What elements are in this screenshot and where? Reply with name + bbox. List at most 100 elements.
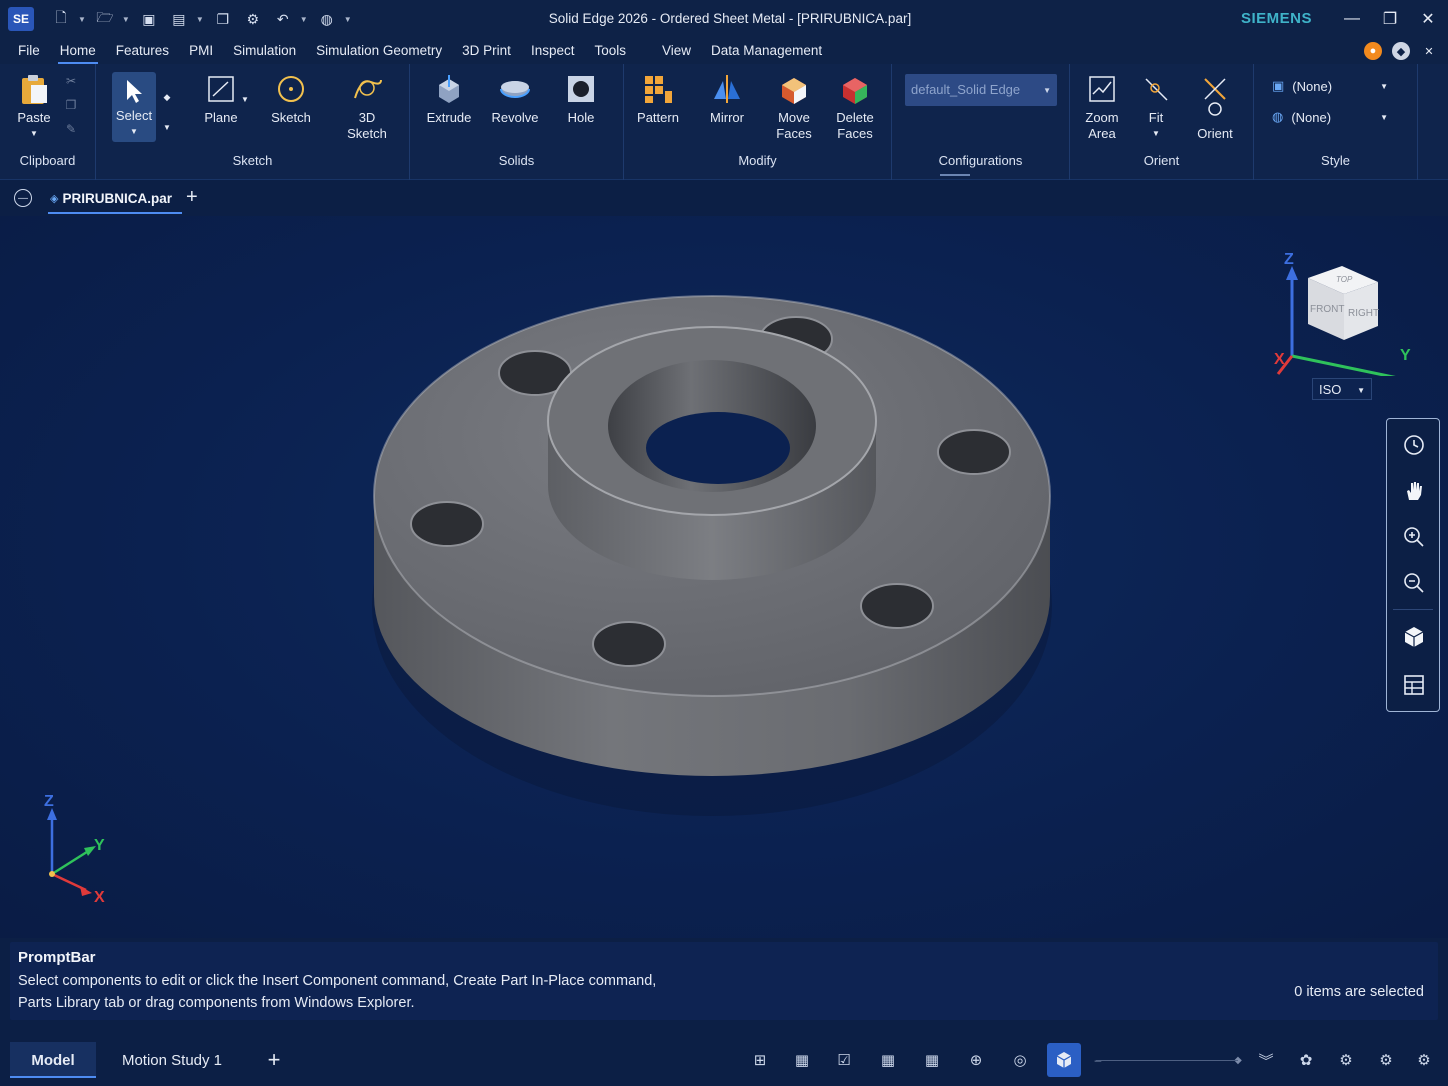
paste-label: Paste	[17, 110, 51, 125]
chevron-down-icon[interactable]: ▼	[344, 15, 352, 24]
tab-motion-study-1[interactable]: Motion Study 1	[104, 1042, 240, 1078]
hole-button[interactable]: Hole	[558, 72, 604, 126]
sketch-button[interactable]: Sketch	[266, 72, 316, 126]
3d-viewport[interactable]: TOP FRONT RIGHT Z Y X ISO ▼ Z Y X	[0, 216, 1448, 938]
chevron-down-icon[interactable]: ▼	[78, 15, 86, 24]
menu-inspect[interactable]: Inspect	[521, 38, 585, 64]
format-painter-icon[interactable]: ✎	[62, 120, 80, 138]
group-label-sketch: Sketch	[232, 153, 273, 168]
pan-icon[interactable]	[1400, 477, 1428, 505]
print-icon[interactable]: ▤	[166, 7, 192, 31]
3d-sketch-icon	[350, 72, 384, 106]
plane-label: Plane	[204, 110, 238, 125]
add-tab-icon[interactable]: +	[186, 186, 198, 209]
view-orientation-select[interactable]: ISO ▼	[1312, 378, 1372, 400]
pin-icon[interactable]: ◆	[158, 88, 176, 106]
open-icon[interactable]: 🗁	[92, 7, 118, 31]
menu-simulation[interactable]: Simulation	[223, 38, 306, 64]
revolve-button[interactable]: Revolve	[488, 72, 542, 126]
gear-icon[interactable]: ⚙	[1412, 1048, 1436, 1072]
mirror-button[interactable]: Mirror	[702, 72, 752, 126]
move-faces-button[interactable]: Move Faces	[770, 72, 818, 142]
checklist-icon[interactable]: ☑	[832, 1048, 856, 1072]
flower-settings-icon[interactable]: ✿	[1294, 1048, 1318, 1072]
group-label-style: Style	[1321, 153, 1350, 168]
delete-faces-button[interactable]: Delete Faces	[830, 72, 880, 142]
menu-3d-print[interactable]: 3D Print	[452, 38, 521, 64]
chevron-down-icon[interactable]: ▼	[1136, 126, 1176, 142]
shaded-view-icon[interactable]	[1047, 1043, 1081, 1077]
home-icon[interactable]: —	[14, 189, 32, 207]
zoom-out-icon[interactable]	[1400, 569, 1428, 597]
add-study-button[interactable]: +	[258, 1042, 290, 1078]
target-icon[interactable]: ◎	[1008, 1048, 1032, 1072]
select-label: Select	[115, 108, 153, 123]
settings-icon[interactable]: ⚙	[240, 7, 266, 31]
menu-data-management[interactable]: Data Management	[701, 38, 832, 64]
chevron-down-icon: ▼	[1380, 112, 1388, 122]
cube-y-label: Y	[1400, 347, 1411, 364]
globe-icon[interactable]: ◍	[314, 7, 340, 31]
zoom-slider-track[interactable]	[1096, 1060, 1238, 1061]
face-style-dropdown[interactable]: ▣ (None) ▼	[1272, 75, 1392, 97]
copy-icon[interactable]: ❐	[210, 7, 236, 31]
history-icon[interactable]	[1400, 431, 1428, 459]
menu-tools[interactable]: Tools	[584, 38, 636, 64]
select-button[interactable]: Select ▼	[112, 72, 156, 142]
table-icon[interactable]	[1400, 671, 1428, 699]
chevron-down-icon[interactable]: ▼	[158, 118, 176, 136]
flange-part[interactable]	[360, 276, 1060, 836]
zoom-in-icon[interactable]	[1400, 523, 1428, 551]
zoom-fit-icon[interactable]: ⊕	[964, 1048, 988, 1072]
cut-icon[interactable]: ✂	[62, 72, 80, 90]
table-grid-icon[interactable]: ▦	[790, 1048, 814, 1072]
close-button[interactable]: ✕	[1410, 6, 1446, 32]
menu-simulation-geometry[interactable]: Simulation Geometry	[306, 38, 452, 64]
help-icon[interactable]: ◆	[1392, 42, 1410, 60]
chevron-down-icon[interactable]: ▼	[122, 15, 130, 24]
layout-table-icon[interactable]: ▦	[920, 1048, 944, 1072]
zoom-area-button[interactable]: Zoom Area	[1080, 72, 1124, 142]
grid-view-icon[interactable]: ⊞	[748, 1048, 772, 1072]
layout-grid-icon[interactable]: ▦	[876, 1048, 900, 1072]
restore-button[interactable]: ❐	[1372, 6, 1408, 32]
tab-model[interactable]: Model	[10, 1042, 96, 1078]
group-orient: Zoom Area Fit ▼ Orient Orient	[1070, 64, 1254, 180]
pattern-button[interactable]: Pattern	[634, 72, 682, 126]
pattern-label: Pattern	[637, 110, 679, 125]
copy-icon[interactable]: ❐	[62, 96, 80, 114]
document-tab[interactable]: ◈ PRIRUBNICA.par	[46, 180, 182, 216]
undo-icon[interactable]: ↶	[270, 7, 296, 31]
paste-button[interactable]: Paste ▼	[12, 72, 56, 142]
menu-file[interactable]: File	[8, 38, 50, 64]
menu-home[interactable]: Home	[50, 38, 106, 64]
menu-view[interactable]: View	[652, 38, 701, 64]
view-style-dropdown[interactable]: ◍ (None) ▼	[1272, 106, 1392, 128]
app-logo-icon[interactable]: SE	[8, 7, 34, 31]
orient-button[interactable]: Orient	[1190, 72, 1240, 142]
chevron-double-down-icon[interactable]: ︾	[1254, 1048, 1278, 1072]
notification-icon[interactable]: ●	[1364, 42, 1382, 60]
chevron-down-icon[interactable]: ▼	[236, 90, 254, 108]
view-cube[interactable]: TOP FRONT RIGHT Z Y X	[1270, 246, 1430, 376]
configuration-dropdown[interactable]: default_Solid Edge ▼	[905, 74, 1057, 106]
extrude-button[interactable]: Extrude	[424, 72, 474, 126]
new-icon[interactable]: 🗋	[48, 7, 74, 31]
delete-faces-label-line2: Faces	[837, 126, 873, 141]
save-icon[interactable]: ▣	[136, 7, 162, 31]
group-label-orient: Orient	[1143, 153, 1180, 168]
gear-icon[interactable]: ⚙	[1334, 1048, 1358, 1072]
gear-icon[interactable]: ⚙	[1374, 1048, 1398, 1072]
ribbon: Paste ▼ ✂ ❐ ✎ Clipboard Select ▼ ◆ ▼ Pla…	[0, 64, 1448, 180]
close-ribbon-icon[interactable]: ✕	[1420, 42, 1438, 60]
minimize-button[interactable]: —	[1334, 6, 1370, 32]
fit-button[interactable]: Fit ▼	[1136, 72, 1176, 142]
chevron-down-icon[interactable]: ▼	[12, 126, 56, 142]
chevron-down-icon[interactable]: ▼	[196, 15, 204, 24]
menu-features[interactable]: Features	[106, 38, 179, 64]
menu-pmi[interactable]: PMI	[179, 38, 223, 64]
view-cube-icon[interactable]	[1400, 623, 1428, 651]
chevron-down-icon[interactable]: ▼	[300, 15, 308, 24]
delete-faces-icon	[838, 72, 872, 106]
3d-sketch-button[interactable]: 3D Sketch	[342, 72, 392, 142]
